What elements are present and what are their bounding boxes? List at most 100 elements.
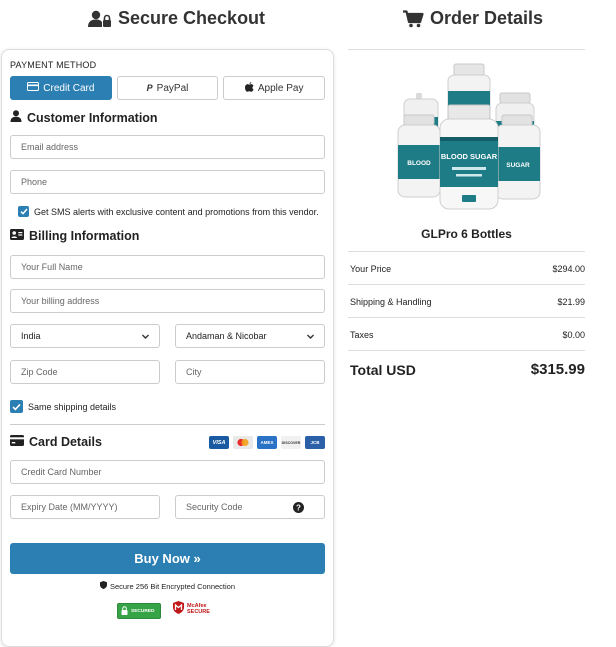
- same-shipping-checkbox[interactable]: [10, 400, 23, 413]
- secure-connection-text: Secure 256 Bit Encrypted Connection: [109, 581, 236, 591]
- discover-logo: DISCOVER: [281, 436, 301, 449]
- state-value: Andaman & Nicobar: [186, 331, 267, 341]
- user-lock-icon: [88, 10, 112, 28]
- bottle-label-text: BLOOD SUGAR: [441, 152, 498, 161]
- order-details-title-text: Order Details: [430, 8, 544, 28]
- country-value: India: [21, 331, 41, 341]
- city-field[interactable]: City: [175, 360, 325, 384]
- visa-logo-text: VISA: [212, 439, 226, 446]
- sms-alerts-checkbox[interactable]: [18, 206, 29, 217]
- card-number-placeholder: Credit Card Number: [21, 467, 102, 477]
- jcb-logo-text: JCB: [310, 440, 320, 445]
- order-divider: [348, 251, 585, 252]
- accepted-cards: VISA AMEX DISCOVER JCB: [209, 436, 325, 449]
- payment-method-label: PAYMENT METHOD: [10, 60, 97, 70]
- security-code-placeholder: Security Code: [186, 502, 243, 512]
- product-image: BLOOD SUGAR BLOOD SUGAR: [396, 61, 542, 213]
- id-card-icon: [10, 229, 24, 243]
- sms-alerts-option: Get SMS alerts with exclusive content an…: [18, 206, 319, 217]
- customer-information-heading-text: Customer Information: [27, 110, 158, 125]
- payment-method-tabs: Credit Card P PayPal Apple Pay: [10, 76, 326, 100]
- billing-address-placeholder: Your billing address: [21, 296, 100, 306]
- svg-text:SUGAR: SUGAR: [506, 162, 530, 169]
- zip-code-placeholder: Zip Code: [21, 367, 58, 377]
- shopping-cart-icon: [403, 9, 424, 28]
- shipping-handling-value: $21.99: [557, 297, 585, 307]
- paypal-icon: P: [146, 83, 153, 93]
- chevron-down-icon: [306, 332, 315, 343]
- phone-placeholder: Phone: [21, 177, 48, 187]
- jcb-logo: JCB: [305, 436, 325, 449]
- state-select[interactable]: Andaman & Nicobar: [175, 324, 325, 348]
- credit-card-icon: [27, 82, 40, 94]
- email-placeholder: Email address: [21, 142, 79, 152]
- card-details-heading-text: Card Details: [29, 435, 102, 449]
- amex-logo-text: AMEX: [260, 440, 274, 445]
- expiry-date-placeholder: Expiry Date (MM/YYYY): [21, 502, 118, 512]
- full-name-placeholder: Your Full Name: [21, 262, 83, 272]
- billing-address-field[interactable]: Your billing address: [10, 289, 325, 313]
- tab-paypal[interactable]: P PayPal: [116, 76, 219, 100]
- tab-credit-card-label: Credit Card: [43, 82, 95, 94]
- order-divider: [348, 284, 585, 285]
- lock-icon: [121, 605, 128, 617]
- chevron-down-icon: [141, 332, 150, 343]
- zip-code-field[interactable]: Zip Code: [10, 360, 160, 384]
- full-name-field[interactable]: Your Full Name: [10, 255, 325, 279]
- email-field[interactable]: Email address: [10, 135, 325, 159]
- buy-now-button[interactable]: Buy Now »: [10, 543, 325, 574]
- discover-logo-text: DISCOVER: [281, 440, 301, 445]
- user-icon: [10, 110, 22, 125]
- credit-card-icon: [10, 435, 24, 449]
- phone-field[interactable]: Phone: [10, 170, 325, 194]
- order-header-divider: [348, 49, 585, 50]
- order-details-title: Order Details: [403, 8, 543, 29]
- bottle-left: BLOOD: [397, 114, 441, 198]
- same-shipping-label: Same shipping details: [28, 401, 117, 412]
- card-details-heading: Card Details: [10, 435, 102, 449]
- svg-text:BLOOD: BLOOD: [407, 160, 431, 167]
- mcafee-text-line-2: SECURE: [187, 609, 210, 615]
- country-select[interactable]: India: [10, 324, 160, 348]
- total-value: $315.99: [530, 361, 585, 378]
- secure-checkout-title-text: Secure Checkout: [118, 8, 266, 28]
- same-shipping-option: Same shipping details: [10, 400, 116, 413]
- secure-checkout-title: Secure Checkout: [88, 8, 265, 29]
- expiry-date-field[interactable]: Expiry Date (MM/YYYY): [10, 495, 160, 519]
- city-placeholder: City: [186, 367, 202, 377]
- amex-logo: AMEX: [257, 436, 277, 449]
- mcafee-shield-icon: [173, 601, 184, 619]
- mcafee-text: McAfee SECURE: [187, 603, 210, 616]
- secured-badge-text: SECURED: [131, 608, 155, 614]
- customer-information-heading: Customer Information: [10, 110, 158, 125]
- question-circle-icon[interactable]: ?: [293, 502, 304, 515]
- tab-credit-card[interactable]: Credit Card: [10, 76, 112, 100]
- mastercard-logo: [233, 436, 253, 449]
- taxes-value: $0.00: [562, 330, 585, 340]
- taxes-label: Taxes: [350, 330, 374, 340]
- visa-logo: VISA: [209, 436, 229, 449]
- product-name: GLPro 6 Bottles: [421, 227, 512, 241]
- your-price-label: Your Price: [350, 264, 392, 274]
- section-divider: [10, 424, 325, 425]
- svg-text:?: ?: [296, 503, 301, 512]
- sms-alerts-label: Get SMS alerts with exclusive content an…: [34, 206, 319, 217]
- secure-connection-note: Secure 256 Bit Encrypted Connection: [0, 581, 335, 591]
- shield-icon: [99, 581, 107, 591]
- your-price-value: $294.00: [552, 264, 585, 274]
- order-divider: [348, 317, 585, 318]
- billing-information-heading-text: Billing Information: [29, 229, 140, 243]
- bottle-front: BLOOD SUGAR: [439, 104, 499, 210]
- tab-apple-pay[interactable]: Apple Pay: [223, 76, 326, 100]
- card-number-field[interactable]: Credit Card Number: [10, 460, 325, 484]
- total-label: Total USD: [350, 362, 416, 378]
- apple-icon: [244, 81, 254, 95]
- shipping-handling-label: Shipping & Handling: [350, 297, 432, 307]
- bottle-right: SUGAR: [495, 114, 541, 200]
- mcafee-secure-badge: McAfee SECURE: [173, 601, 210, 619]
- security-code-field[interactable]: Security Code ?: [175, 495, 325, 519]
- order-divider: [348, 350, 585, 351]
- secured-badge: SECURED: [117, 603, 161, 619]
- tab-paypal-label: PayPal: [156, 82, 189, 94]
- tab-apple-pay-label: Apple Pay: [257, 82, 304, 94]
